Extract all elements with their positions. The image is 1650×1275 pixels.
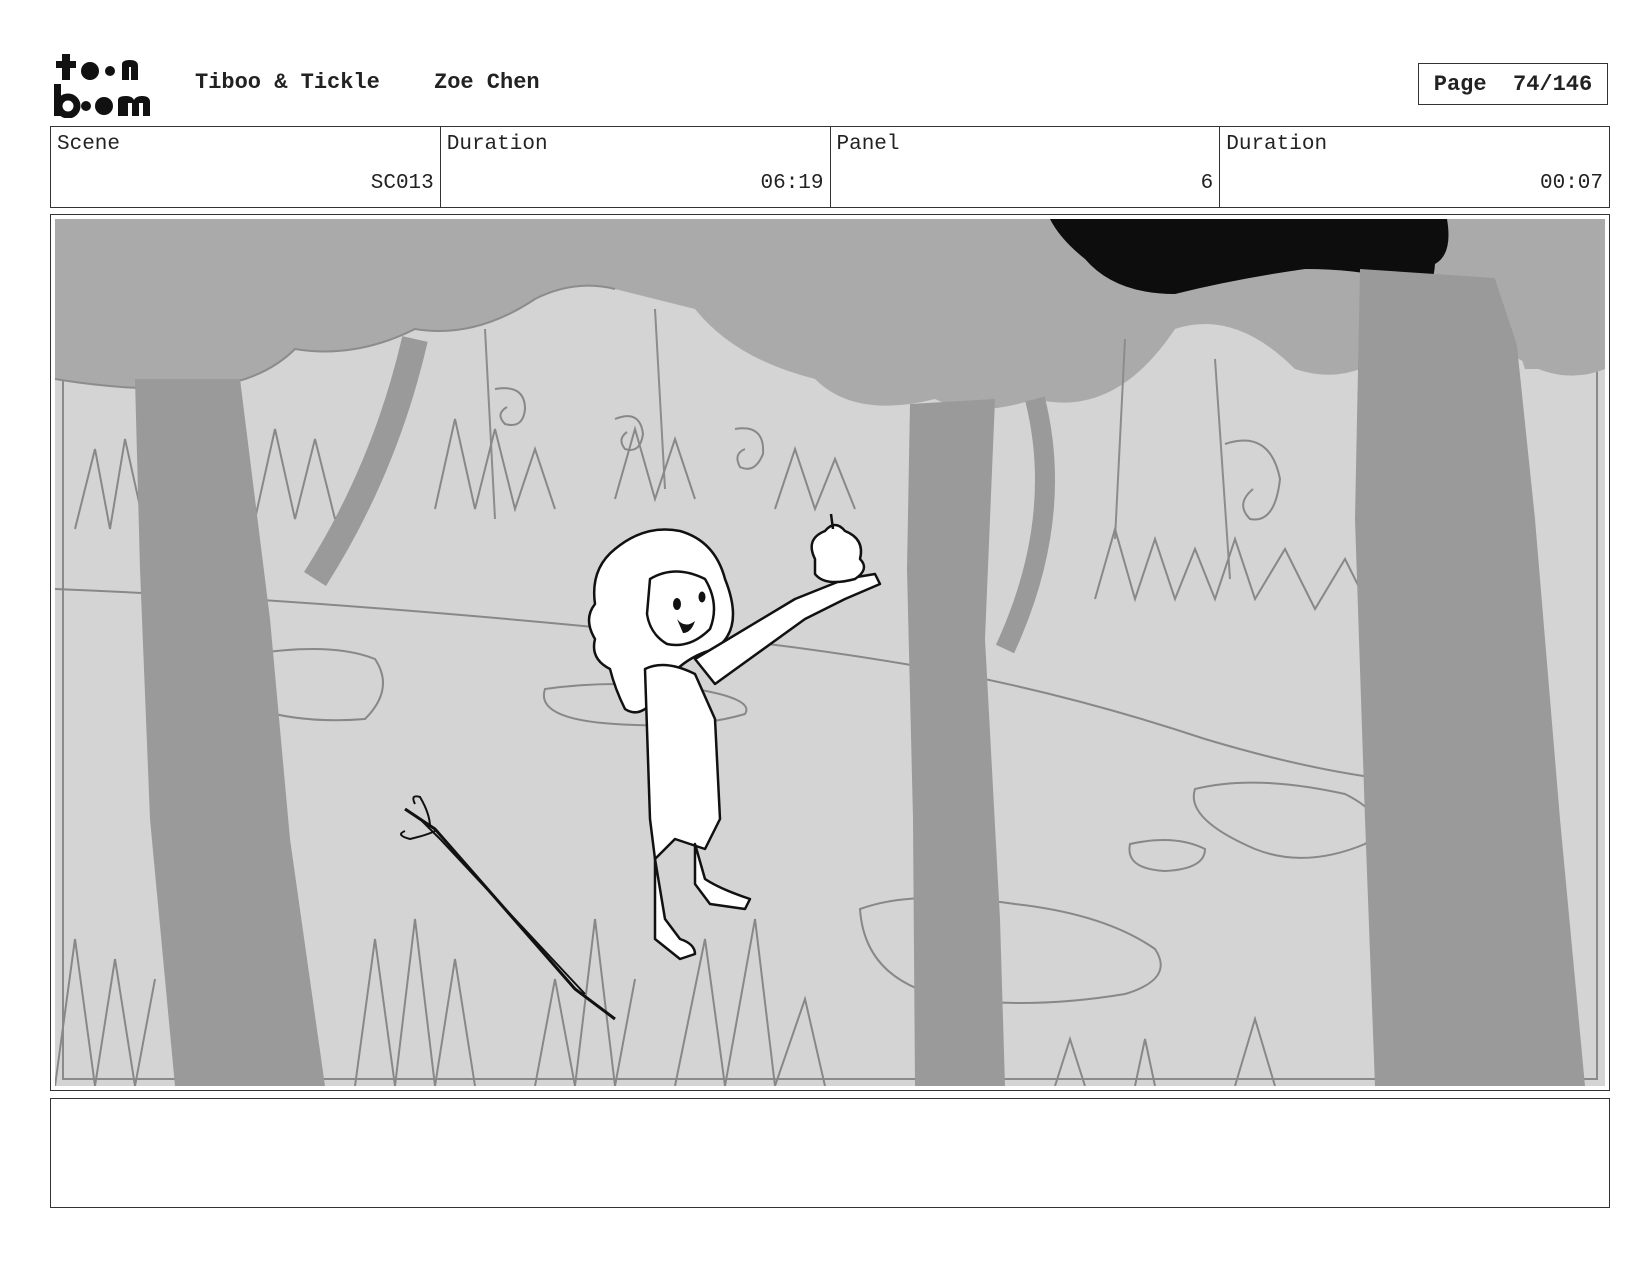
panel-cell: Panel 6 xyxy=(831,127,1221,207)
forest-scene-illustration xyxy=(55,219,1605,1086)
panel-label: Panel xyxy=(836,133,900,156)
toonboom-logo-icon xyxy=(54,54,150,119)
author-name: Zoe Chen xyxy=(434,70,540,95)
page-label: Page xyxy=(1433,71,1487,97)
scene-label: Scene xyxy=(57,133,121,156)
scene-cell: Scene SC013 xyxy=(51,127,441,207)
panel-duration-value: 00:07 xyxy=(1539,172,1603,195)
scene-duration-cell: Duration 06:19 xyxy=(441,127,831,207)
page-indicator: Page 74/146 xyxy=(1418,63,1608,105)
panel-duration-label: Duration xyxy=(1226,133,1328,156)
project-title: Tiboo & Tickle xyxy=(195,70,380,95)
storyboard-panel xyxy=(50,214,1610,1091)
panel-duration-cell: Duration 00:07 xyxy=(1220,127,1609,207)
toonboom-logo xyxy=(52,52,170,119)
scene-info-table: Scene SC013 Duration 06:19 Panel 6 Durat… xyxy=(50,126,1610,208)
scene-duration-value: 06:19 xyxy=(760,172,824,195)
scene-value: SC013 xyxy=(370,172,434,195)
scene-duration-label: Duration xyxy=(446,133,548,156)
page-number: 74/146 xyxy=(1513,71,1593,97)
panel-value: 6 xyxy=(1200,172,1214,195)
panel-notes-box xyxy=(50,1098,1610,1208)
